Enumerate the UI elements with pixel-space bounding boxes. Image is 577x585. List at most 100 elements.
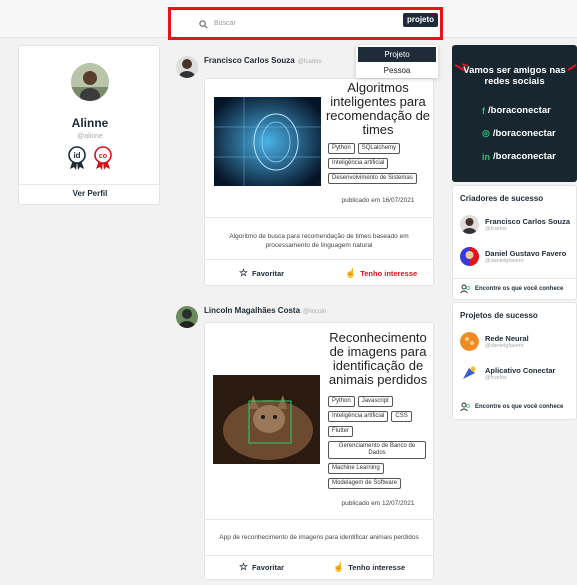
creator-handle: @danielgfavero: [485, 258, 524, 264]
interest-button[interactable]: ☝ Tenho interesse: [345, 268, 417, 279]
tag[interactable]: Flutter: [328, 426, 354, 437]
interest-label: Tenho interesse: [348, 563, 406, 572]
id-badge-icon: id: [68, 146, 86, 170]
post-author-avatar[interactable]: [176, 306, 198, 328]
creator-name: Daniel Gustavo Favero: [485, 249, 567, 258]
favorite-button[interactable]: ☆ Favoritar: [239, 268, 284, 279]
divider: [205, 555, 433, 556]
co-badge-icon: co: [94, 146, 112, 170]
dropdown-option-pessoa[interactable]: Pessoa: [356, 63, 438, 78]
profile-handle: @alinne: [77, 133, 103, 140]
avatar: [460, 247, 479, 266]
creators-title: Criadores de sucesso: [460, 194, 544, 203]
tag[interactable]: Javascript: [357, 396, 393, 407]
tag[interactable]: Desenvolvimento de Sistemas: [328, 173, 417, 184]
projects-title: Projetos de sucesso: [460, 311, 538, 320]
profile-card: Alinne @alinne id co Ver Perfil: [18, 45, 161, 205]
creator-handle: @fcarlos: [485, 226, 507, 232]
favorite-label: Favoritar: [251, 563, 285, 572]
tag[interactable]: Python: [328, 396, 355, 407]
project-handle: @fcarlos: [485, 375, 507, 381]
project-handle: @danielgfavero: [485, 343, 524, 349]
projects-card: Projetos de sucesso Rede Neural @danielgf…: [452, 302, 577, 420]
people-icon: [460, 284, 470, 294]
profile-divider: [19, 184, 161, 185]
post-author[interactable]: Francisco Carlos Souza @fcarlos: [204, 56, 321, 65]
creator-item[interactable]: Francisco Carlos Souza @fcarlos: [460, 215, 570, 234]
tag[interactable]: SQLalchemy: [357, 143, 401, 154]
tag[interactable]: Machine Learning: [328, 463, 384, 474]
social-card: Vamos ser amigos nas redes sociais f /bo…: [452, 45, 577, 182]
tag[interactable]: Inteligência artificial: [328, 158, 389, 169]
social-heading: Vamos ser amigos nas redes sociais: [463, 65, 566, 87]
people-icon: [460, 402, 470, 412]
profile-name: Alinne: [71, 116, 109, 130]
post-date: publicado em 12/07/2021: [341, 500, 415, 507]
instagram-label: /boraconectar: [492, 128, 556, 139]
favorite-label: Favoritar: [251, 269, 285, 278]
post-description: Algoritmo de busca para recomendação de …: [229, 233, 409, 249]
post-author-handle: @lincoln: [303, 309, 327, 315]
avatar[interactable]: [71, 63, 109, 101]
tag[interactable]: Modelagem de Software: [328, 478, 402, 489]
post-author-avatar[interactable]: [176, 56, 198, 78]
post-tags: Python SQLalchemy Inteligência artificia…: [328, 143, 432, 184]
find-projects-label: Encontre os que você conhece: [475, 404, 564, 410]
post-date: publicado em 16/07/2021: [341, 197, 415, 204]
project-name: Rede Neural: [485, 334, 529, 343]
instagram-link[interactable]: ◎ /boraconectar: [482, 128, 556, 139]
star-icon: ☆: [239, 562, 248, 573]
project-item[interactable]: Rede Neural @danielgfavero: [460, 332, 529, 351]
find-projects-link[interactable]: Encontre os que você conhece: [460, 402, 563, 412]
post-image: [214, 97, 321, 186]
hand-pointer-icon: ☝: [333, 562, 345, 572]
post-author-handle: @fcarlos: [297, 59, 322, 65]
tag[interactable]: Python: [328, 143, 355, 154]
dropdown-option-projeto[interactable]: Projeto: [358, 47, 436, 62]
project-icon: [460, 364, 479, 383]
project-item[interactable]: Aplicativo Conectar @fcarlos: [460, 364, 555, 383]
view-profile-link[interactable]: Ver Perfil: [19, 189, 161, 198]
facebook-link[interactable]: f /boraconectar: [482, 105, 551, 116]
creator-name: Francisco Carlos Souza: [485, 217, 571, 226]
hand-pointer-icon: ☝: [345, 268, 357, 278]
project-icon: [460, 332, 479, 351]
post-title[interactable]: Algoritmos inteligentes para recomendaçã…: [323, 81, 433, 137]
facebook-label: /boraconectar: [488, 105, 551, 116]
tag[interactable]: CSS: [391, 411, 412, 422]
svg-text:id: id: [73, 151, 80, 160]
search-scope-dropdown: Projeto Pessoa: [356, 45, 438, 78]
divider: [205, 259, 433, 260]
post-card: Reconhecimento de imagens para identific…: [204, 322, 434, 580]
interest-label: Tenho interesse: [360, 269, 418, 278]
post-author[interactable]: Lincoln Magalhães Costa @lincoln: [204, 306, 326, 315]
linkedin-label: /boraconectar: [493, 151, 556, 162]
project-name: Aplicativo Conectar: [485, 366, 556, 375]
tag[interactable]: Inteligência artificial: [328, 411, 389, 422]
search-scope-button[interactable]: projeto: [403, 13, 438, 27]
post-tags: Python Javascript Inteligência artificia…: [328, 396, 432, 489]
linkedin-link[interactable]: in /boraconectar: [482, 151, 556, 162]
favorite-button[interactable]: ☆ Favoritar: [239, 562, 284, 573]
creators-card: Criadores de sucesso Francisco Carlos So…: [452, 185, 577, 300]
search-icon: [199, 20, 208, 29]
post-card: Algoritmos inteligentes para recomendaçã…: [204, 78, 434, 286]
find-creators-label: Encontre os que você conhece: [475, 286, 564, 292]
tag[interactable]: Gerenciamento de Banco de Dados: [328, 441, 426, 459]
post-description: App de reconhecimento de imagens para id…: [219, 534, 419, 541]
divider: [205, 217, 433, 218]
find-creators-link[interactable]: Encontre os que você conhece: [460, 284, 563, 294]
linkedin-icon: in: [482, 151, 490, 162]
facebook-icon: f: [482, 105, 485, 116]
post-author-name: Lincoln Magalhães Costa: [204, 306, 301, 315]
svg-text:co: co: [99, 153, 107, 160]
search-input[interactable]: [214, 15, 394, 31]
post-title[interactable]: Reconhecimento de imagens para identific…: [323, 331, 433, 387]
post-image: [213, 375, 320, 464]
divider: [453, 278, 576, 279]
instagram-icon: ◎: [482, 128, 490, 138]
creator-item[interactable]: Daniel Gustavo Favero @danielgfavero: [460, 247, 566, 266]
avatar: [460, 215, 479, 234]
star-icon: ☆: [239, 268, 248, 279]
interest-button[interactable]: ☝ Tenho interesse: [333, 562, 405, 573]
